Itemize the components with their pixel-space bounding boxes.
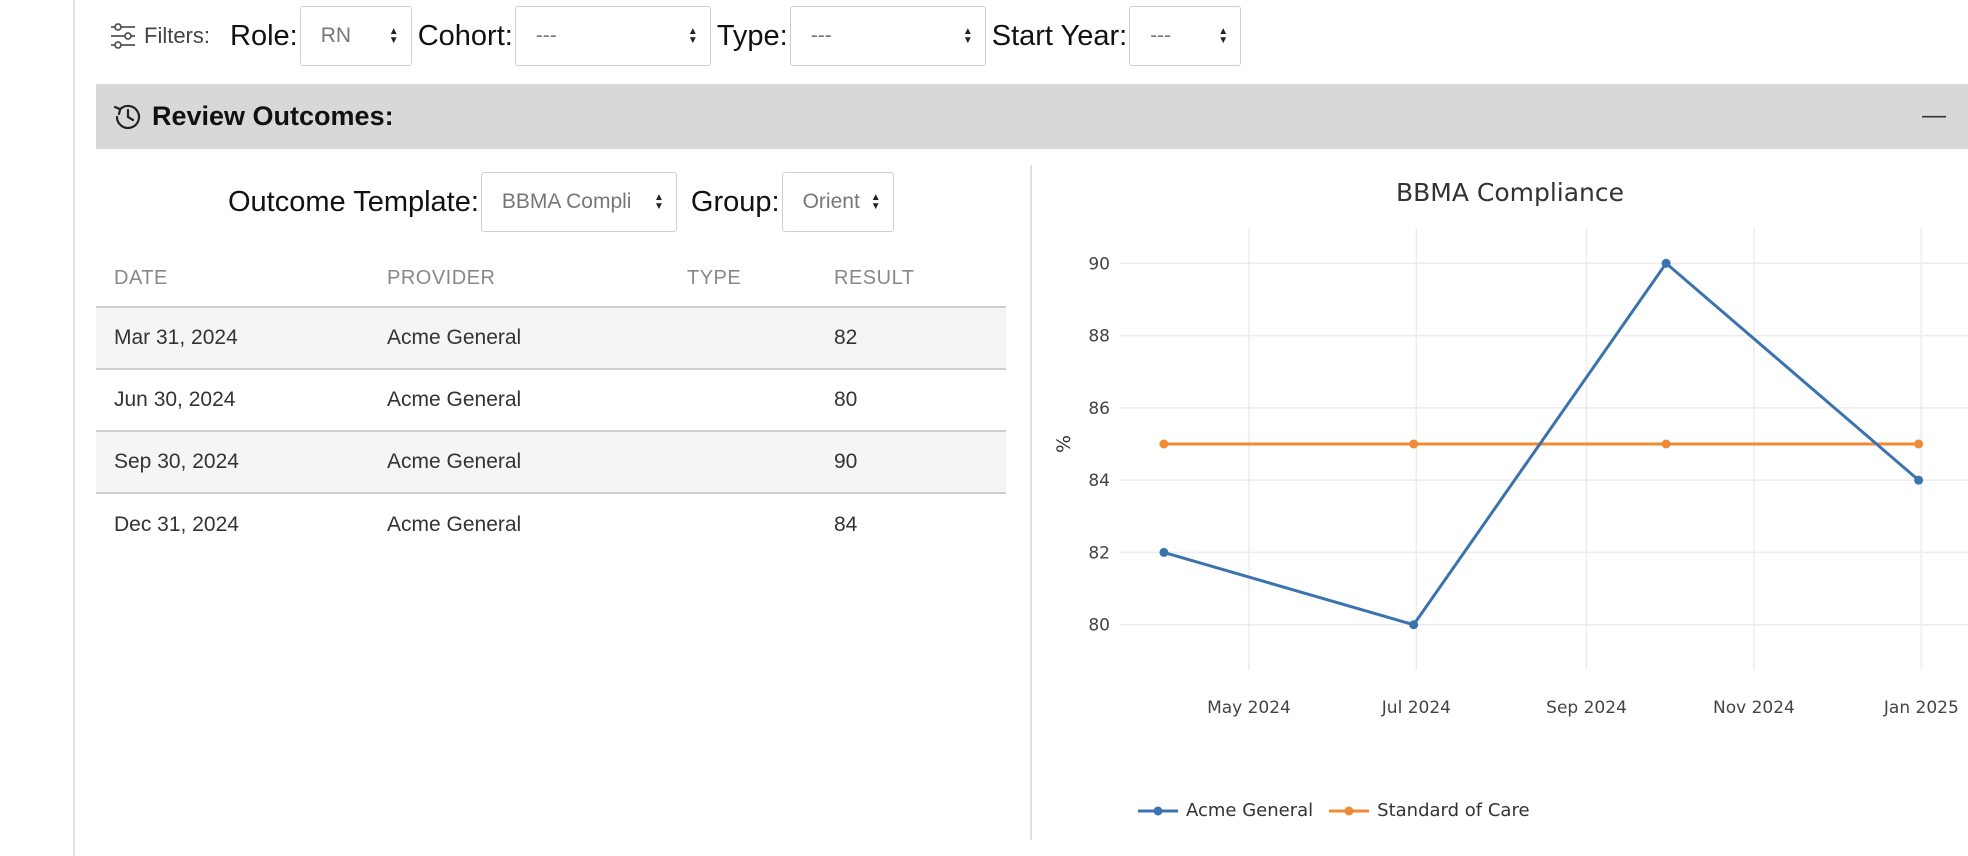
data-point (1159, 547, 1169, 557)
outcomes-table: DATE PROVIDER TYPE RESULT Mar 31, 2024 A… (96, 250, 1006, 556)
collapse-button[interactable]: — (1922, 102, 1946, 130)
table-row[interactable]: Jun 30, 2024 Acme General 80 (96, 370, 1006, 432)
table-row[interactable]: Sep 30, 2024 Acme General 90 (96, 432, 1006, 494)
legend-label: Standard of Care (1377, 800, 1530, 821)
outcome-template-label: Outcome Template: (228, 185, 479, 218)
x-tick-label: Sep 2024 (1546, 698, 1627, 718)
filters-label: Filters: (110, 22, 210, 50)
start-year-label: Start Year: (991, 19, 1128, 52)
compliance-chart: BBMA Compliance 80 82 84 86 88 90 May 2024 Jul … (1040, 160, 1968, 850)
outcome-selectors: Outcome Template: BBMA Compli ▲ ▼ Group: … (228, 172, 900, 232)
data-point (1914, 475, 1924, 485)
x-tick-label: Jul 2024 (1381, 698, 1451, 718)
table-row[interactable]: Mar 31, 2024 Acme General 82 (96, 308, 1006, 370)
column-header-result[interactable]: RESULT (816, 267, 1006, 290)
cohort-select[interactable]: --- ▲ ▼ (514, 6, 711, 66)
cell-result: 82 (834, 326, 858, 349)
cell-date: Dec 31, 2024 (114, 513, 239, 536)
role-label: Role: (230, 19, 298, 52)
cell-result: 90 (834, 450, 858, 473)
select-arrows-icon: ▲ ▼ (654, 192, 664, 212)
legend-item[interactable]: Acme General (1136, 800, 1313, 821)
select-arrows-icon: ▲ ▼ (388, 26, 399, 46)
column-header-provider[interactable]: PROVIDER (369, 267, 669, 290)
panel-divider (1030, 165, 1032, 840)
outcome-template-value: BBMA Compli (501, 190, 632, 213)
column-header-type[interactable]: TYPE (669, 267, 816, 290)
cell-date: Sep 30, 2024 (114, 450, 239, 473)
x-tick-label: Jan 2025 (1883, 698, 1959, 718)
start-year-select[interactable]: --- ▲ ▼ (1129, 6, 1242, 66)
cell-result: 84 (834, 513, 858, 536)
outcome-template-select[interactable]: BBMA Compli ▲ ▼ (480, 172, 677, 232)
y-tick-label: 84 (1088, 471, 1110, 491)
data-point (1409, 439, 1419, 449)
select-arrows-icon: ▲ ▼ (1218, 26, 1229, 46)
column-header-date[interactable]: DATE (96, 267, 369, 290)
data-point (1661, 258, 1671, 268)
review-outcomes-header[interactable]: Review Outcomes: — (96, 84, 1968, 149)
type-value: --- (810, 24, 832, 47)
history-icon (113, 104, 141, 129)
legend-swatch (1329, 806, 1370, 815)
group-value: Orient (802, 190, 860, 213)
role-value: RN (320, 24, 352, 47)
cell-date: Mar 31, 2024 (114, 326, 238, 349)
data-point (1409, 620, 1419, 630)
table-row[interactable]: Dec 31, 2024 Acme General 84 (96, 494, 1006, 556)
cohort-value: --- (535, 24, 557, 47)
cell-provider: Acme General (387, 388, 522, 411)
data-point (1914, 439, 1924, 449)
cell-result: 80 (834, 388, 858, 411)
legend-label: Acme General (1186, 800, 1314, 821)
data-point (1661, 439, 1671, 449)
table-header: DATE PROVIDER TYPE RESULT (96, 250, 1006, 308)
role-select[interactable]: RN ▲ ▼ (299, 6, 412, 66)
select-arrows-icon: ▲ ▼ (962, 26, 973, 46)
x-tick-label: Nov 2024 (1713, 698, 1795, 718)
review-outcomes-title: Review Outcomes: (152, 101, 394, 131)
select-arrows-icon: ▲ ▼ (870, 192, 881, 212)
legend-swatch (1138, 806, 1178, 815)
chart-plot: 80 82 84 86 88 90 May 2024 Jul 2024 Sep 2024 Nov … (1053, 228, 1968, 718)
y-tick-label: 88 (1088, 327, 1110, 347)
group-label: Group: (690, 185, 780, 218)
group-select[interactable]: Orient ▲ ▼ (781, 172, 894, 232)
filters-bar: Filters: Role: RN ▲ ▼ Cohort: --- ▲ ▼ Type… (110, 6, 1247, 66)
start-year-value: --- (1150, 24, 1172, 47)
cell-provider: Acme General (387, 450, 522, 473)
cohort-label: Cohort: (417, 19, 513, 52)
x-tick-label: May 2024 (1207, 698, 1291, 718)
sliders-icon (111, 23, 135, 49)
y-axis-label: % (1053, 435, 1075, 453)
y-tick-label: 80 (1088, 616, 1110, 636)
y-tick-label: 86 (1088, 399, 1110, 419)
left-rail (73, 0, 75, 856)
cell-date: Jun 30, 2024 (114, 388, 236, 411)
y-tick-label: 82 (1088, 543, 1110, 563)
cell-provider: Acme General (387, 513, 522, 536)
chart-legend: Acme General Standard of Care (1136, 800, 1544, 821)
filters-text: Filters: (144, 23, 210, 48)
type-select[interactable]: --- ▲ ▼ (789, 6, 986, 66)
data-point (1159, 439, 1169, 449)
type-label: Type: (716, 19, 788, 52)
y-tick-label: 90 (1088, 254, 1110, 274)
legend-item[interactable]: Standard of Care (1327, 800, 1530, 821)
cell-provider: Acme General (387, 326, 522, 349)
select-arrows-icon: ▲ ▼ (687, 26, 698, 46)
